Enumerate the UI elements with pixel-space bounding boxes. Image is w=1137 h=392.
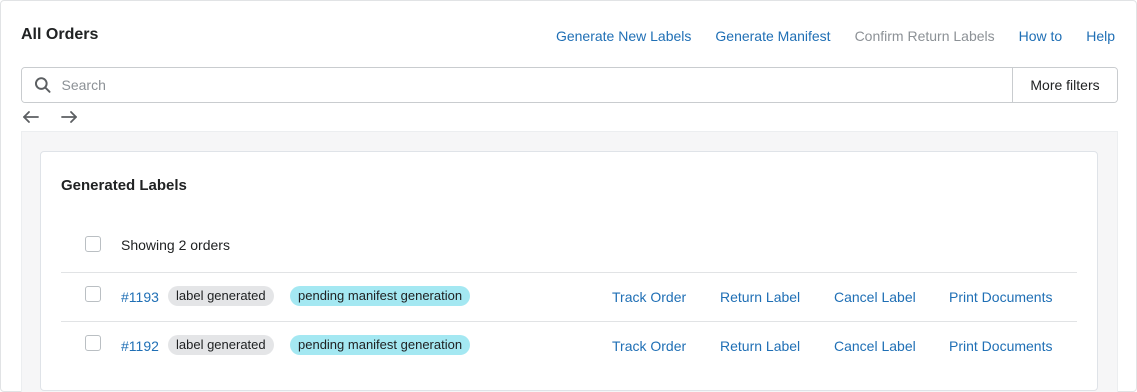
arrow-left-icon[interactable] [21, 108, 41, 126]
showing-count: Showing 2 orders [121, 237, 230, 253]
search-bar: More filters [21, 67, 1118, 103]
order-link[interactable]: #1193 [121, 289, 159, 305]
status-badge: label generated [168, 286, 274, 306]
track-order-link[interactable]: Track Order [612, 289, 686, 305]
table-row: #1193 label generated pending manifest g… [61, 272, 1077, 321]
header-actions: Generate New Labels Generate Manifest Co… [532, 28, 1115, 44]
cancel-label-link[interactable]: Cancel Label [834, 289, 916, 305]
generate-new-labels-link[interactable]: Generate New Labels [556, 28, 691, 44]
cancel-label-link[interactable]: Cancel Label [834, 338, 916, 354]
row-checkbox[interactable] [85, 286, 101, 302]
table-row: #1192 label generated pending manifest g… [61, 321, 1077, 370]
generated-labels-card: Generated Labels Showing 2 orders #1193 … [40, 151, 1098, 391]
order-link[interactable]: #1192 [121, 338, 159, 354]
search-input[interactable] [61, 77, 1012, 93]
card-title: Generated Labels [61, 177, 187, 194]
search-icon [34, 77, 51, 93]
manifest-badge: pending manifest generation [290, 286, 471, 306]
return-label-link[interactable]: Return Label [720, 338, 800, 354]
page-title: All Orders [21, 26, 99, 43]
track-order-link[interactable]: Track Order [612, 338, 686, 354]
print-documents-link[interactable]: Print Documents [949, 289, 1052, 305]
generate-manifest-link[interactable]: Generate Manifest [715, 28, 830, 44]
page-card: All Orders Generate New Labels Generate … [0, 0, 1137, 392]
manifest-badge: pending manifest generation [290, 335, 471, 355]
more-filters-button[interactable]: More filters [1013, 68, 1117, 102]
confirm-return-labels-link: Confirm Return Labels [854, 28, 995, 44]
row-checkbox[interactable] [85, 335, 101, 351]
arrow-right-icon[interactable] [59, 108, 79, 126]
print-documents-link[interactable]: Print Documents [949, 338, 1052, 354]
status-badge: label generated [168, 335, 274, 355]
return-label-link[interactable]: Return Label [720, 289, 800, 305]
search-field [22, 68, 1013, 102]
help-link[interactable]: Help [1086, 28, 1115, 44]
select-all-checkbox[interactable] [85, 236, 101, 252]
pagination [21, 108, 79, 126]
how-to-link[interactable]: How to [1019, 28, 1063, 44]
